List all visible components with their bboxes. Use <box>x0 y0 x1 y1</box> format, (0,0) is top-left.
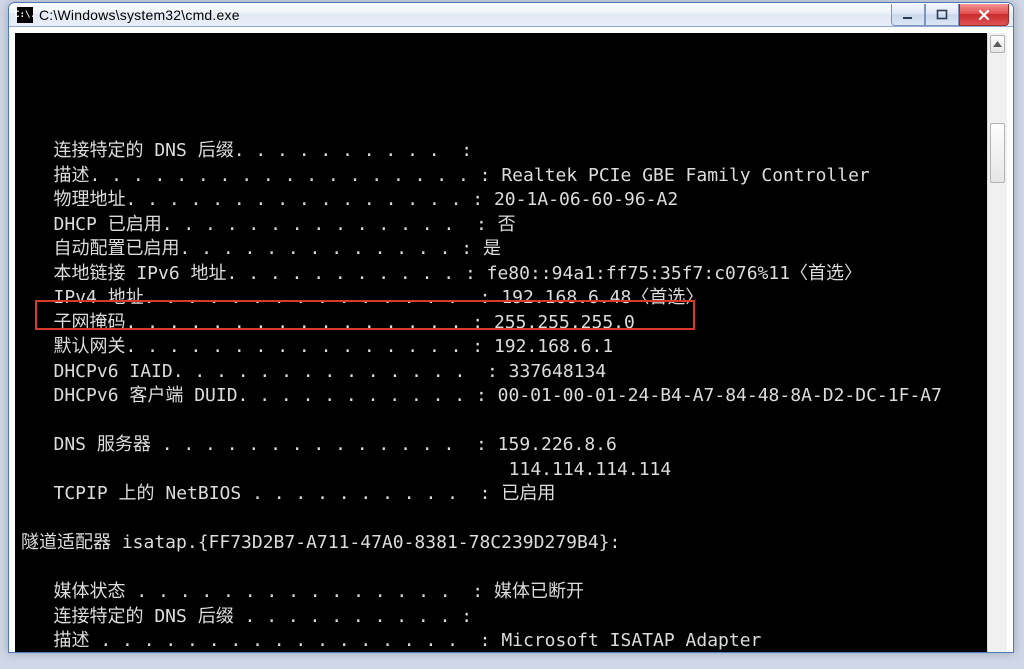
scroll-thumb[interactable] <box>990 123 1005 183</box>
console-output[interactable]: 连接特定的 DNS 后缀. . . . . . . . . . : 描述. . … <box>15 33 987 653</box>
scroll-up-arrow-icon[interactable] <box>990 35 1005 53</box>
client-area: 连接特定的 DNS 后缀. . . . . . . . . . : 描述. . … <box>9 27 1013 653</box>
console-text: 连接特定的 DNS 后缀. . . . . . . . . . : 描述. . … <box>21 115 987 654</box>
close-button[interactable] <box>959 4 1009 26</box>
vertical-scrollbar[interactable] <box>987 33 1007 653</box>
console-wrap: 连接特定的 DNS 后缀. . . . . . . . . . : 描述. . … <box>15 33 1007 653</box>
maximize-button[interactable] <box>925 4 959 26</box>
window-buttons <box>891 4 1009 26</box>
window-title: C:\Windows\system32\cmd.exe <box>39 7 891 23</box>
cmd-window: C:\. C:\Windows\system32\cmd.exe 连接特定的 D… <box>8 2 1014 653</box>
cmd-icon: C:\. <box>17 7 33 23</box>
minimize-button[interactable] <box>891 4 925 26</box>
titlebar[interactable]: C:\. C:\Windows\system32\cmd.exe <box>9 3 1013 27</box>
